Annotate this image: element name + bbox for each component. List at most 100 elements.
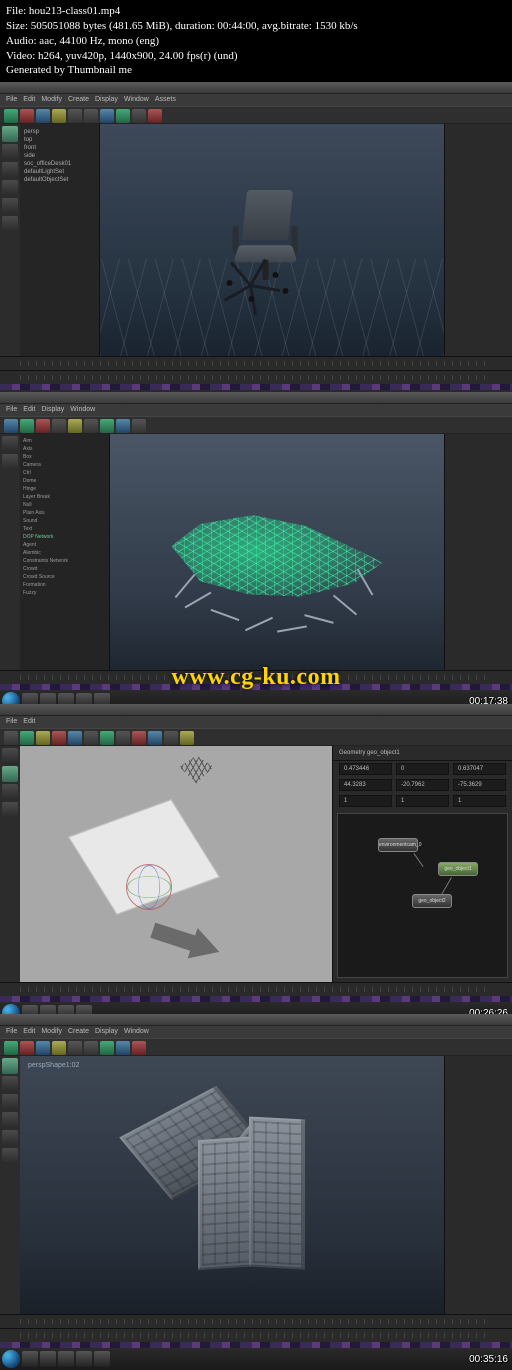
param-value[interactable]: 1 [453,795,506,807]
menu-bar[interactable]: File Edit Display Window [0,404,512,416]
shelf-icon[interactable] [100,731,114,745]
menu-item[interactable]: Edit [23,1028,35,1036]
shelf-icon[interactable] [68,731,82,745]
shelf-bar[interactable] [0,1038,512,1056]
outliner-panel[interactable]: persp top front side soc_officeDesk01 de… [20,124,100,356]
panel-item[interactable]: Alembic [23,549,106,557]
tool-icon[interactable] [2,1130,18,1146]
camera-wireframe-icon[interactable] [179,756,213,784]
panel-item[interactable]: Box [23,453,106,461]
tab-menu-panel[interactable]: Aim Axis Box Camera Ctrl Dome Hinge Laye… [20,434,110,670]
tool-icon[interactable] [2,436,18,452]
outliner-item[interactable]: soc_officeDesk01 [24,160,95,168]
shelf-icon[interactable] [68,109,82,123]
perspective-viewport[interactable]: fxphd perspShape1:02 [20,1056,444,1314]
menu-item[interactable]: Window [124,96,149,104]
node-selected[interactable]: geo_object1 [438,862,478,876]
param-value[interactable]: 44.3283 [339,779,392,791]
panel-item[interactable]: Plain Axis [23,509,106,517]
shelf-icon[interactable] [36,1041,50,1055]
perspective-viewport[interactable]: fxphd [100,124,444,356]
shelf-icon[interactable] [20,731,34,745]
panel-item[interactable]: Layer Break [23,493,106,501]
select-tool-icon[interactable] [2,126,18,142]
rotate-row[interactable]: 44.3283 -20.7962 -75.3629 [333,777,512,793]
windows-taskbar[interactable]: 00:35:16 [0,1348,512,1370]
channel-box[interactable] [444,1056,512,1314]
toolbox[interactable] [0,124,20,356]
shelf-icon[interactable] [4,731,18,745]
panel-item[interactable]: Hinge [23,485,106,493]
shelf-icon[interactable] [52,731,66,745]
shelf-icon[interactable] [36,731,50,745]
node[interactable]: environmentcam_0 [378,838,418,852]
menu-item[interactable]: Display [41,406,64,414]
shelf-icon[interactable] [180,731,194,745]
menu-item[interactable]: Create [68,1028,89,1036]
shelf-icon[interactable] [84,109,98,123]
param-value[interactable]: 0 [396,763,449,775]
param-value[interactable]: -75.3629 [453,779,506,791]
shelf-bar[interactable] [0,728,512,746]
shelf-icon[interactable] [148,731,162,745]
panel-item[interactable]: Sound [23,517,106,525]
rotate-tool-icon[interactable] [2,1094,18,1110]
menu-item[interactable]: Window [124,1028,149,1036]
taskbar-icon[interactable] [76,1351,92,1367]
param-value[interactable]: -20.7962 [396,779,449,791]
menu-item[interactable]: Display [95,1028,118,1036]
outliner-item[interactable]: defaultLightSet [24,168,95,176]
shelf-icon[interactable] [68,419,82,433]
translate-row[interactable]: 0.473446 0 0.637047 [333,761,512,777]
menu-bar[interactable]: File Edit [0,716,512,728]
tool-icon[interactable] [2,802,18,818]
panel-item[interactable]: DOP Network [23,533,106,541]
menu-item[interactable]: Assets [155,96,176,104]
move-tool-icon[interactable] [2,144,18,160]
outliner-item[interactable]: persp [24,128,95,136]
shelf-icon[interactable] [164,731,178,745]
tool-icon[interactable] [2,1148,18,1164]
shelf-icon[interactable] [84,731,98,745]
move-tool-icon[interactable] [2,1076,18,1092]
shelf-icon[interactable] [36,109,50,123]
outliner-item[interactable]: top [24,136,95,144]
panel-item[interactable]: Agent [23,541,106,549]
menu-item[interactable]: Edit [23,406,35,414]
menu-bar[interactable]: File Edit Modify Create Display Window A… [0,94,512,106]
panel-item[interactable]: Formation [23,581,106,589]
range-slider[interactable] [0,1328,512,1342]
shelf-bar[interactable] [0,416,512,434]
panel-item[interactable]: Aim [23,437,106,445]
shelf-icon[interactable] [116,731,130,745]
panel-item[interactable]: Ctrl [23,469,106,477]
toolbox[interactable] [0,1056,20,1314]
shelf-icon[interactable] [132,109,146,123]
shelf-icon[interactable] [52,1041,66,1055]
menu-bar[interactable]: File Edit Modify Create Display Window [0,1026,512,1038]
menu-item[interactable]: Modify [41,96,62,104]
shelf-icon[interactable] [116,109,130,123]
shelf-icon[interactable] [132,1041,146,1055]
shelf-icon[interactable] [116,1041,130,1055]
building-model[interactable] [249,1116,305,1269]
toolbox[interactable] [0,746,20,982]
panel-item[interactable]: Crowd [23,565,106,573]
shelf-icon[interactable] [20,1041,34,1055]
menu-item[interactable]: Edit [23,96,35,104]
shelf-icon[interactable] [100,1041,114,1055]
menu-item[interactable]: Display [95,96,118,104]
menu-item[interactable]: File [6,96,17,104]
shelf-icon[interactable] [36,419,50,433]
network-editor[interactable]: environmentcam_0 geo_object1 geo_object2 [337,813,508,978]
shelf-icon[interactable] [52,419,66,433]
panel-item[interactable]: Crowd Source [23,573,106,581]
shelf-icon[interactable] [20,419,34,433]
shelf-icon[interactable] [132,731,146,745]
param-value[interactable]: 0.637047 [453,763,506,775]
scene-viewport[interactable]: fxphd [110,434,444,670]
rotate-tool-icon[interactable] [2,162,18,178]
shelf-icon[interactable] [52,109,66,123]
param-value[interactable]: 1 [396,795,449,807]
panel-item[interactable]: Dome [23,477,106,485]
